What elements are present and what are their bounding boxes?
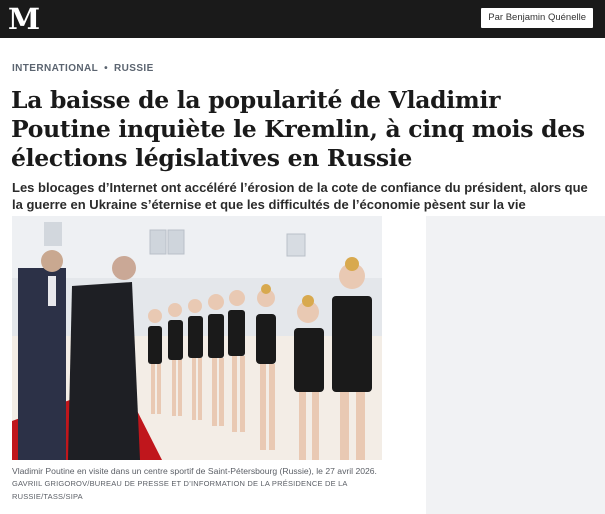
photo-credit: GAVRIIL GRIGOROV/BUREAU DE PRESSE ET D’I… bbox=[12, 479, 348, 501]
breadcrumb: INTERNATIONAL • RUSSIE bbox=[12, 63, 154, 74]
author-button[interactable]: Par Benjamin Quénelle bbox=[481, 8, 593, 28]
photo-illustration bbox=[12, 216, 382, 460]
breadcrumb-separator: • bbox=[104, 63, 109, 74]
article-title: La baisse de la popularité de Vladimir P… bbox=[11, 86, 585, 172]
article-photo bbox=[12, 216, 382, 460]
photo-caption: Vladimir Poutine en visite dans un centr… bbox=[12, 465, 382, 503]
top-bar: M Par Benjamin Quénelle bbox=[0, 0, 605, 38]
caption-text: Vladimir Poutine en visite dans un centr… bbox=[12, 466, 377, 476]
breadcrumb-section[interactable]: INTERNATIONAL bbox=[12, 63, 98, 74]
breadcrumb-subsection[interactable]: RUSSIE bbox=[114, 63, 154, 74]
le-monde-logo[interactable]: M bbox=[8, 4, 40, 34]
side-panel bbox=[426, 216, 605, 514]
